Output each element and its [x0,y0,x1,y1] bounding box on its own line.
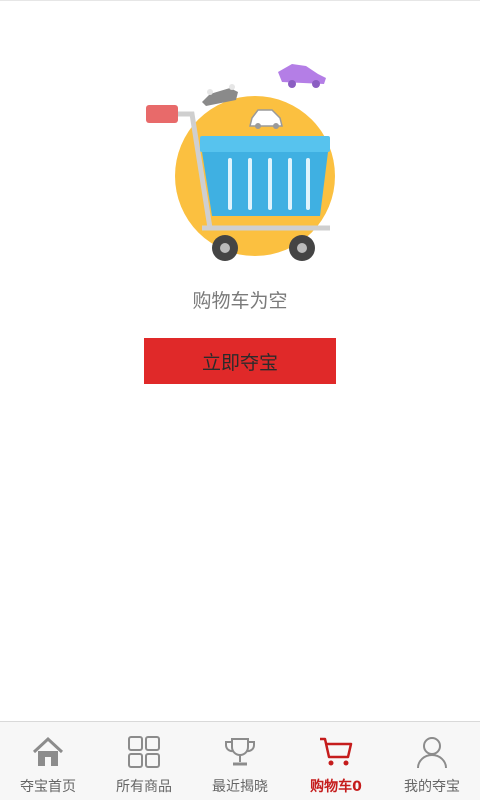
start-treasure-button[interactable]: 立即夺宝 [144,338,336,384]
empty-cart-message: 购物车为空 [192,290,288,312]
tab-my-treasure-label: 我的夺宝 [404,779,460,795]
user-icon [412,732,452,772]
cart-icon [316,732,356,772]
tab-cart[interactable]: 购物车0 [288,722,384,800]
trophy-icon [220,732,260,772]
bottom-tab-bar: 夺宝首页 所有商品 最近揭晓 购物车0 我的夺宝 [0,721,480,800]
tab-home[interactable]: 夺宝首页 [0,722,96,800]
tab-recent-results-label: 最近揭晓 [212,779,268,795]
tab-all-products-label: 所有商品 [116,779,172,795]
tab-all-products[interactable]: 所有商品 [96,722,192,800]
empty-cart-illustration [146,64,335,261]
tab-recent-results[interactable]: 最近揭晓 [192,722,288,800]
home-icon [28,732,68,772]
grid-icon [124,732,164,772]
tab-cart-label: 购物车0 [310,779,362,795]
purple-car-icon [278,64,326,88]
tab-home-label: 夺宝首页 [20,779,76,795]
status-divider [0,0,480,1]
tab-my-treasure[interactable]: 我的夺宝 [384,722,480,800]
